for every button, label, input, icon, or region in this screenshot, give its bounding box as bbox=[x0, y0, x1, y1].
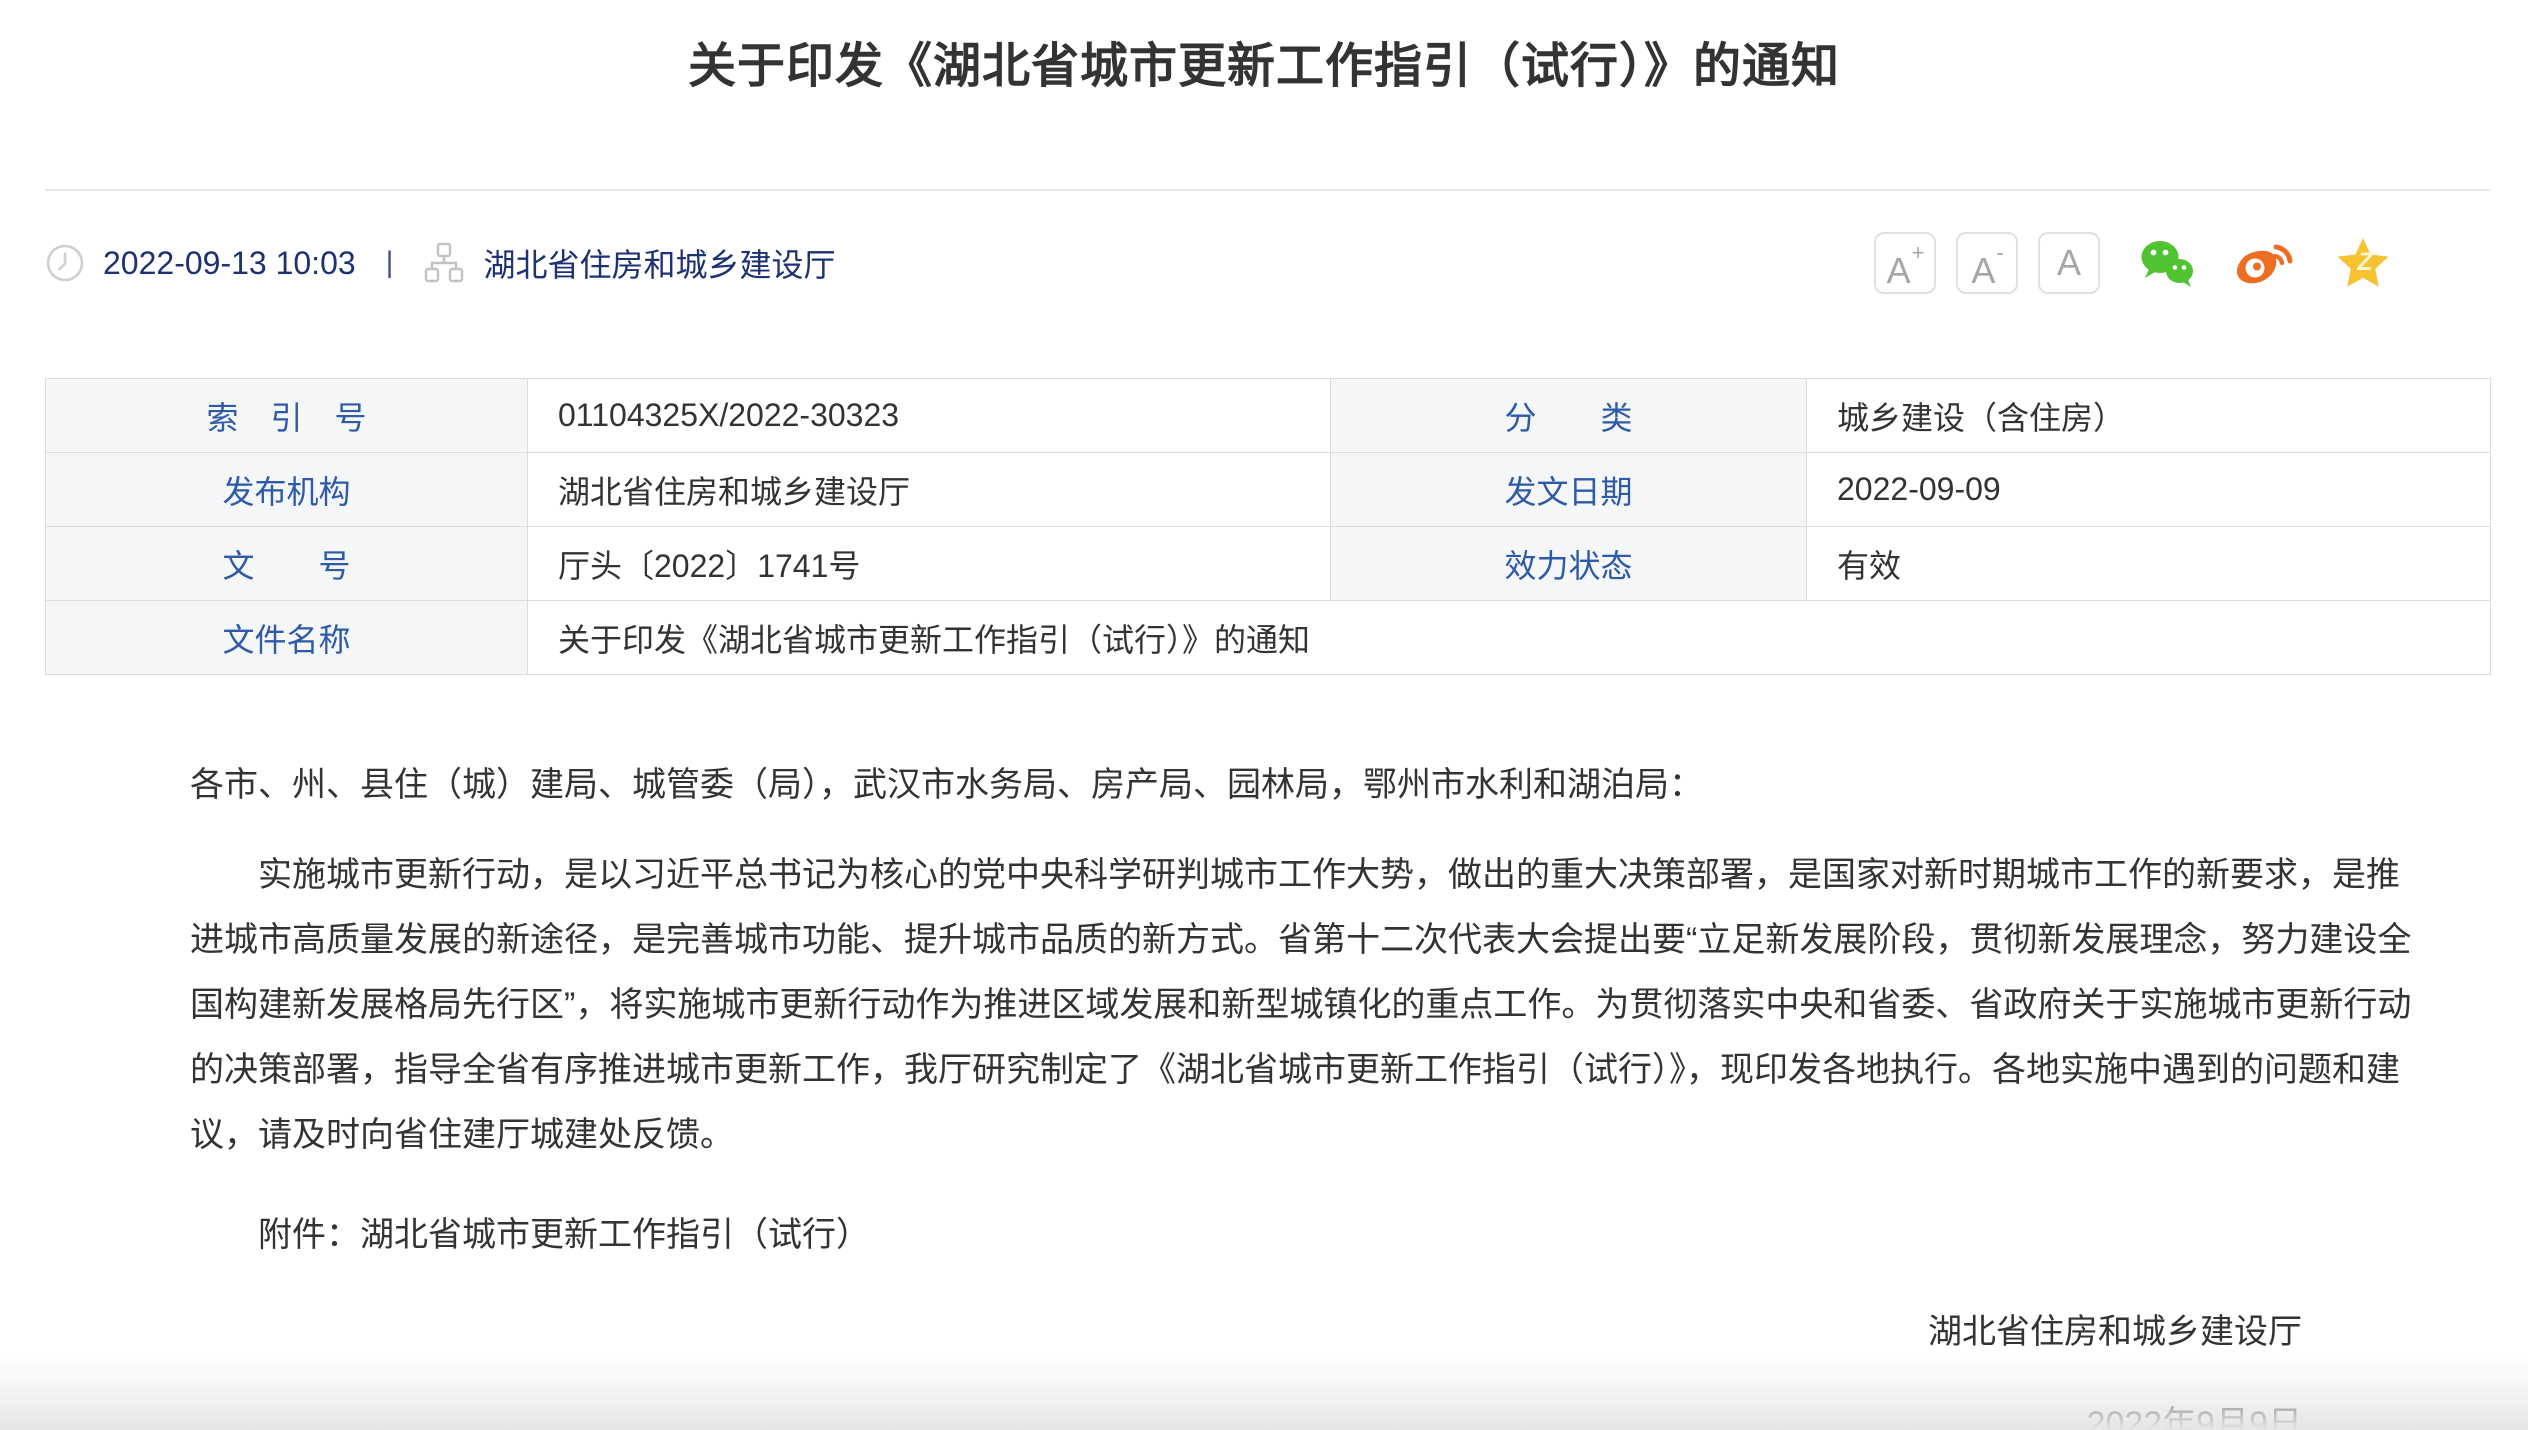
qzone-icon[interactable]: Z bbox=[2336, 237, 2390, 289]
issuing-org-value: 湖北省住房和城乡建设厅 bbox=[528, 453, 1331, 527]
document-info-table: 索 引 号 01104325X/2022-30323 分 类 城乡建设（含住房）… bbox=[45, 378, 2491, 675]
article-page: 关于印发《湖北省城市更新工作指引（试行）》的通知 2022-09-13 10:0… bbox=[0, 0, 2528, 1430]
font-decrease-button[interactable]: A- bbox=[1956, 232, 2018, 294]
file-name-label: 文件名称 bbox=[46, 601, 528, 675]
file-name-value: 关于印发《湖北省城市更新工作指引（试行）》的通知 bbox=[528, 601, 2491, 675]
doc-number-label: 文 号 bbox=[46, 527, 528, 601]
issue-date-label: 发文日期 bbox=[1331, 453, 1807, 527]
index-number-label: 索 引 号 bbox=[46, 379, 528, 453]
wechat-icon[interactable] bbox=[2138, 238, 2196, 288]
index-number-value: 01104325X/2022-30323 bbox=[528, 379, 1331, 453]
issue-date-value: 2022-09-09 bbox=[1807, 453, 2491, 527]
header-divider bbox=[45, 189, 2490, 191]
table-row: 索 引 号 01104325X/2022-30323 分 类 城乡建设（含住房） bbox=[46, 379, 2491, 453]
signature-org: 湖北省住房和城乡建设厅 bbox=[190, 1310, 2432, 1354]
attachment-line: 附件：湖北省城市更新工作指引（试行） bbox=[190, 1203, 2432, 1268]
table-row: 发布机构 湖北省住房和城乡建设厅 发文日期 2022-09-09 bbox=[46, 453, 2491, 527]
signature-date: 2022年9月9日 bbox=[190, 1402, 2432, 1430]
page-title: 关于印发《湖北省城市更新工作指引（试行）》的通知 bbox=[0, 26, 2528, 96]
svg-text:Z: Z bbox=[2356, 248, 2374, 276]
salutation-line: 各市、州、县住（城）建局、城管委（局），武汉市水务局、房产局、园林局，鄂州市水利… bbox=[190, 753, 2432, 818]
font-increase-button[interactable]: A+ bbox=[1874, 232, 1936, 294]
org-sitemap-icon bbox=[423, 241, 465, 285]
meta-row: 2022-09-13 10:03 | 湖北省住房和城乡建设厅 A+ A- A bbox=[45, 226, 2390, 300]
category-value: 城乡建设（含住房） bbox=[1807, 379, 2491, 453]
weibo-icon[interactable] bbox=[2234, 237, 2298, 289]
category-label: 分 类 bbox=[1331, 379, 1807, 453]
font-reset-button[interactable]: A bbox=[2038, 232, 2100, 294]
validity-label: 效力状态 bbox=[1331, 527, 1807, 601]
table-row: 文 号 厅头〔2022〕1741号 效力状态 有效 bbox=[46, 527, 2491, 601]
clock-icon bbox=[45, 243, 85, 283]
publish-datetime: 2022-09-13 10:03 bbox=[103, 245, 356, 282]
source-org-link[interactable]: 湖北省住房和城乡建设厅 bbox=[483, 240, 835, 286]
validity-value: 有效 bbox=[1807, 527, 2491, 601]
table-row: 文件名称 关于印发《湖北省城市更新工作指引（试行）》的通知 bbox=[46, 601, 2491, 675]
issuing-org-label: 发布机构 bbox=[46, 453, 528, 527]
article-body: 各市、州、县住（城）建局、城管委（局），武汉市水务局、房产局、园林局，鄂州市水利… bbox=[190, 753, 2432, 1430]
meta-separator: | bbox=[386, 246, 394, 280]
body-paragraph: 实施城市更新行动，是以习近平总书记为核心的党中央科学研判城市工作大势，做出的重大… bbox=[190, 843, 2432, 1168]
toolbar: A+ A- A bbox=[1874, 232, 2390, 294]
doc-number-value: 厅头〔2022〕1741号 bbox=[528, 527, 1331, 601]
